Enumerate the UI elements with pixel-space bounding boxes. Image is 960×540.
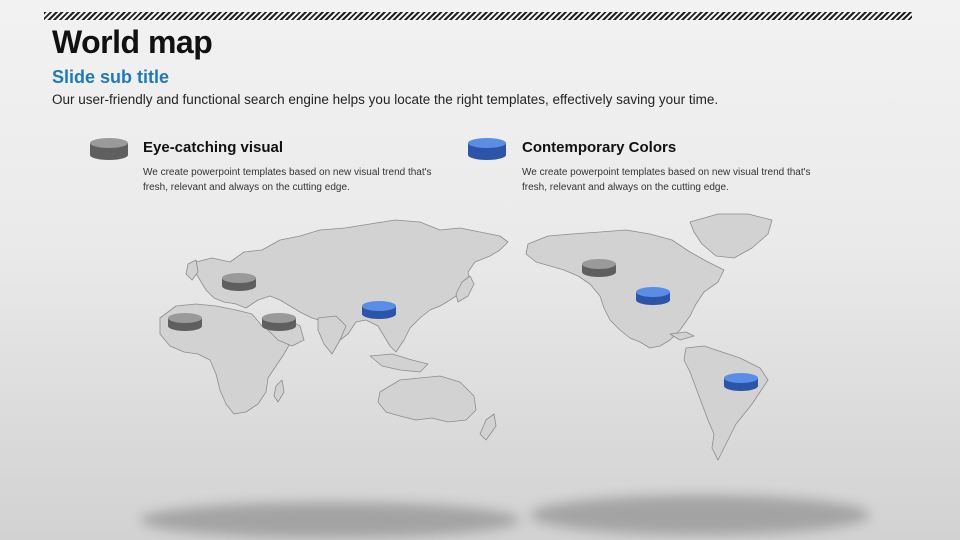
australia-landmass <box>377 375 477 423</box>
marker-usa-blue[interactable] <box>636 287 670 305</box>
continents <box>159 213 773 461</box>
map-reflection <box>140 495 870 538</box>
marker-west-africa-gray[interactable] <box>168 313 202 331</box>
north-america-landmass <box>525 229 725 349</box>
india-landmass <box>317 315 347 355</box>
marker-middle-east-gray[interactable] <box>262 313 296 331</box>
marker-east-asia-blue[interactable] <box>362 301 396 319</box>
uk-island <box>185 259 199 281</box>
caribbean-islands <box>669 331 695 341</box>
greenland-landmass <box>689 213 773 259</box>
madagascar-island <box>273 379 285 403</box>
indonesia-islands <box>369 353 429 373</box>
world-map <box>140 213 870 538</box>
marker-brazil-blue[interactable] <box>724 373 758 391</box>
new-zealand-islands <box>479 413 497 441</box>
marker-canada-gray[interactable] <box>582 259 616 277</box>
south-america-landmass <box>683 345 769 461</box>
marker-europe-gray[interactable] <box>222 273 256 291</box>
